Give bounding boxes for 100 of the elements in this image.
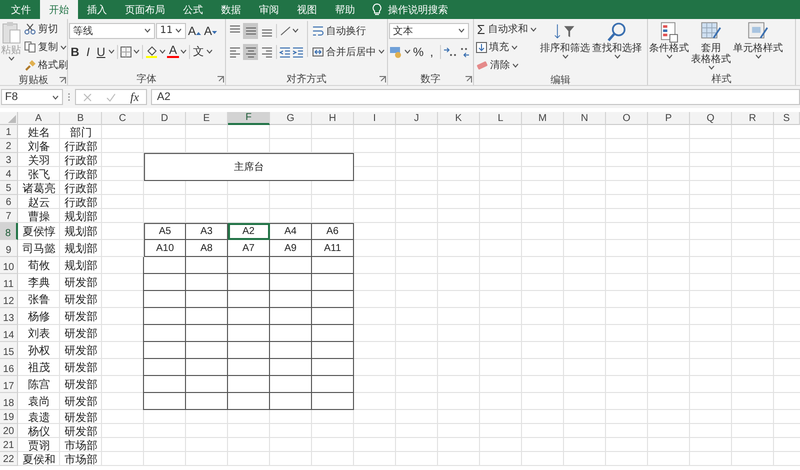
- format-as-table-button[interactable]: 套用 表格格式: [691, 21, 731, 70]
- row-header[interactable]: 10: [0, 257, 18, 274]
- row-header[interactable]: 19: [0, 410, 18, 424]
- ribbon-tab[interactable]: 页面布局: [116, 0, 174, 19]
- font-size-field[interactable]: 11: [156, 22, 186, 38]
- caret-icon[interactable]: [180, 49, 187, 54]
- column-header[interactable]: N: [564, 112, 606, 125]
- row-header[interactable]: 2: [0, 139, 18, 153]
- conditional-formatting-button[interactable]: 条件格式: [649, 21, 689, 59]
- row-header[interactable]: 7: [0, 209, 18, 223]
- column-header[interactable]: S: [774, 112, 800, 125]
- caret-icon[interactable]: [530, 26, 537, 32]
- column-header[interactable]: B: [60, 112, 102, 125]
- fill-bucket-icon[interactable]: [145, 45, 158, 58]
- search-hint[interactable]: 操作说明搜索: [388, 2, 448, 16]
- column-header[interactable]: O: [606, 112, 648, 125]
- caret-icon[interactable]: [175, 28, 182, 33]
- row-header[interactable]: 8: [0, 223, 18, 240]
- row-header[interactable]: 13: [0, 308, 18, 325]
- caret-icon[interactable]: [614, 54, 620, 59]
- column-header[interactable]: A: [18, 112, 60, 125]
- decrease-indent-icon[interactable]: [279, 46, 291, 58]
- font-name-field[interactable]: 等线: [69, 22, 155, 38]
- ribbon-tab[interactable]: 视图: [288, 0, 326, 19]
- align-middle-icon[interactable]: [243, 22, 258, 38]
- caret-icon[interactable]: [512, 62, 519, 68]
- ribbon-tab[interactable]: 帮助: [326, 0, 364, 19]
- clear-button[interactable]: 清除: [475, 57, 538, 73]
- column-header[interactable]: M: [522, 112, 564, 125]
- number-format-field[interactable]: 文本: [389, 22, 469, 38]
- row-header[interactable]: 17: [0, 376, 18, 393]
- row-header[interactable]: 20: [0, 424, 18, 438]
- drag-handle-icon[interactable]: [67, 92, 71, 102]
- dialog-launcher-icon[interactable]: [379, 76, 386, 83]
- caret-icon[interactable]: [754, 54, 762, 59]
- underline-button[interactable]: U: [95, 44, 107, 58]
- row-header[interactable]: 6: [0, 195, 18, 209]
- font-color-button[interactable]: A: [167, 45, 179, 58]
- caret-icon[interactable]: [292, 28, 299, 33]
- percent-button[interactable]: %: [412, 44, 425, 58]
- name-box[interactable]: F8: [1, 89, 63, 105]
- dialog-launcher-icon[interactable]: [217, 76, 224, 83]
- column-header[interactable]: I: [354, 112, 396, 125]
- row-header[interactable]: 9: [0, 240, 18, 257]
- row-header[interactable]: 5: [0, 181, 18, 195]
- comma-style-button[interactable]: ,: [426, 44, 438, 58]
- ribbon-tab[interactable]: 数据: [212, 0, 250, 19]
- copy-button[interactable]: 复制: [23, 39, 69, 55]
- decrease-font-button[interactable]: A: [203, 24, 218, 38]
- increase-font-button[interactable]: A: [187, 24, 202, 38]
- column-header[interactable]: J: [396, 112, 438, 125]
- cell-styles-button[interactable]: 单元格样式: [733, 21, 783, 59]
- fill-button[interactable]: 填充: [475, 39, 538, 55]
- autosum-button[interactable]: Σ 自动求和: [475, 21, 538, 37]
- row-header[interactable]: 15: [0, 342, 18, 359]
- sort-filter-button[interactable]: 排序和筛选: [540, 21, 590, 59]
- ribbon-tab[interactable]: 审阅: [250, 0, 288, 19]
- wrap-text-button[interactable]: 自动换行: [311, 21, 386, 40]
- align-center-icon[interactable]: [243, 44, 258, 60]
- ribbon-tab[interactable]: 开始: [40, 0, 78, 19]
- row-header[interactable]: 12: [0, 291, 18, 308]
- orientation-icon[interactable]: [279, 24, 291, 36]
- row-header[interactable]: 14: [0, 325, 18, 342]
- row-header[interactable]: 1: [0, 125, 18, 139]
- dialog-launcher-icon[interactable]: [465, 76, 472, 83]
- phonetic-button[interactable]: 文: [192, 44, 205, 59]
- increase-indent-icon[interactable]: [292, 46, 304, 58]
- row-header[interactable]: 18: [0, 393, 18, 410]
- column-header[interactable]: L: [480, 112, 522, 125]
- column-header[interactable]: Q: [690, 112, 732, 125]
- column-header[interactable]: C: [102, 112, 144, 125]
- format-painter-button[interactable]: 格式刷: [23, 57, 69, 73]
- formula-field[interactable]: A2: [151, 89, 800, 105]
- column-header[interactable]: K: [438, 112, 480, 125]
- column-header[interactable]: G: [270, 112, 312, 125]
- row-header[interactable]: 3: [0, 153, 18, 167]
- increase-decimal-icon[interactable]: [442, 46, 457, 58]
- ribbon-tab[interactable]: 公式: [174, 0, 212, 19]
- row-header[interactable]: 4: [0, 167, 18, 181]
- column-header[interactable]: P: [648, 112, 690, 125]
- row-header[interactable]: 11: [0, 274, 18, 291]
- row-header[interactable]: 21: [0, 438, 18, 452]
- caret-icon[interactable]: [666, 54, 672, 59]
- italic-button[interactable]: I: [82, 44, 94, 58]
- caret-icon[interactable]: [144, 28, 151, 33]
- caret-icon[interactable]: [60, 44, 67, 50]
- caret-icon[interactable]: [404, 49, 411, 54]
- bold-button[interactable]: B: [69, 44, 81, 58]
- ribbon-tab[interactable]: 插入: [78, 0, 116, 19]
- column-header[interactable]: D: [144, 112, 186, 125]
- dialog-launcher-icon[interactable]: [59, 77, 66, 84]
- caret-icon[interactable]: [511, 44, 518, 50]
- caret-icon[interactable]: [133, 49, 140, 54]
- borders-icon[interactable]: [120, 46, 132, 58]
- caret-icon[interactable]: [52, 94, 59, 100]
- row-header[interactable]: 22: [0, 452, 18, 466]
- caret-icon[interactable]: [159, 49, 166, 54]
- merge-center-button[interactable]: 合并后居中: [311, 42, 386, 61]
- caret-icon[interactable]: [108, 49, 115, 54]
- column-header[interactable]: F: [228, 112, 270, 125]
